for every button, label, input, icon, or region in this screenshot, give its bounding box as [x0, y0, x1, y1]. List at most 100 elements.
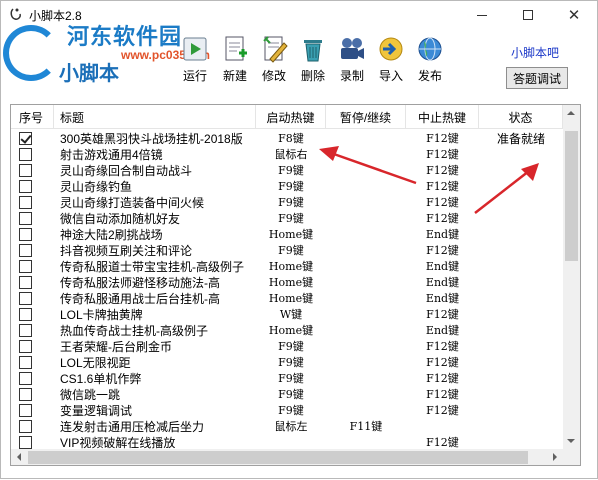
row-checkbox[interactable] [19, 163, 32, 177]
row-pause-hotkey [326, 194, 406, 210]
scroll-right-icon[interactable] [553, 453, 557, 461]
table-row[interactable]: 射击游戏通用4倍镜 鼠标右 F12键 [11, 146, 563, 162]
row-checkbox[interactable] [19, 323, 32, 337]
table-row[interactable]: 传奇私服通用战士后台挂机-高 Home键 End键 [11, 290, 563, 306]
table-row[interactable]: LOL卡牌抽黄牌 W键 F12键 [11, 306, 563, 322]
table-row[interactable]: 抖音视频互刷关注和评论 F9键 F12键 [11, 242, 563, 258]
row-checkbox-cell[interactable] [11, 402, 54, 418]
row-checkbox-cell[interactable] [11, 194, 54, 210]
table-row[interactable]: 灵山奇缘钓鱼 F9键 F12键 [11, 178, 563, 194]
table-row[interactable]: 灵山奇缘回合制自动战斗 F9键 F12键 [11, 162, 563, 178]
row-checkbox[interactable] [19, 403, 32, 417]
row-checkbox-cell[interactable] [11, 258, 54, 274]
horizontal-scrollbar[interactable] [11, 449, 563, 465]
row-checkbox[interactable] [19, 195, 32, 209]
row-checkbox-cell[interactable] [11, 338, 54, 354]
row-checkbox-cell[interactable] [11, 226, 54, 242]
row-start-hotkey: F9键 [278, 388, 304, 401]
scroll-up-icon[interactable] [567, 111, 575, 115]
row-checkbox[interactable] [19, 371, 32, 385]
row-checkbox-cell[interactable] [11, 130, 54, 146]
row-checkbox[interactable] [19, 387, 32, 401]
header-index[interactable]: 序号 [11, 105, 54, 129]
row-checkbox-cell[interactable] [11, 386, 54, 402]
minimize-button[interactable] [459, 1, 505, 29]
run-button[interactable]: 运行 [175, 35, 215, 87]
table-row[interactable]: VIP视频破解在线播放 F12键 [11, 434, 563, 450]
row-stop-hotkey: F12键 [426, 356, 459, 369]
row-checkbox[interactable] [19, 147, 32, 161]
row-checkbox-cell[interactable] [11, 210, 54, 226]
row-stop-hotkey: F12键 [426, 436, 459, 449]
run-icon [183, 37, 207, 61]
table-row[interactable]: 传奇私服法师避怪移动施法-高 Home键 End键 [11, 274, 563, 290]
row-checkbox-cell[interactable] [11, 290, 54, 306]
row-checkbox-cell[interactable] [11, 354, 54, 370]
row-checkbox[interactable] [19, 291, 32, 305]
table-row[interactable]: 300英雄黑羽快斗战场挂机-2018版 F8键 F12键 准备就绪 [11, 130, 563, 146]
row-checkbox[interactable] [19, 339, 32, 353]
table-row[interactable]: LOL无限视距 F9键 F12键 [11, 354, 563, 370]
row-title: 传奇私服法师避怪移动施法-高 [60, 275, 220, 290]
row-checkbox[interactable] [19, 179, 32, 193]
row-checkbox[interactable] [19, 355, 32, 369]
row-title: 连发射击通用压枪减后坐力 [60, 419, 205, 434]
row-status [479, 226, 563, 242]
row-checkbox-cell[interactable] [11, 274, 54, 290]
row-checkbox-cell[interactable] [11, 322, 54, 338]
table-row[interactable]: 微信跳一跳 F9键 F12键 [11, 386, 563, 402]
header-start-hotkey[interactable]: 启动热键 [256, 105, 326, 129]
vertical-scroll-thumb[interactable] [565, 131, 578, 261]
delete-button[interactable]: 删除 [293, 35, 333, 87]
row-status [479, 322, 563, 338]
record-button[interactable]: 录制 [332, 35, 372, 87]
table-row[interactable]: 灵山奇缘打造装备中间火候 F9键 F12键 [11, 194, 563, 210]
row-status [479, 354, 563, 370]
row-checkbox-cell[interactable] [11, 306, 54, 322]
edit-button[interactable]: 修改 [254, 35, 294, 87]
row-checkbox[interactable] [19, 131, 32, 145]
vertical-scrollbar[interactable] [563, 105, 580, 449]
new-button[interactable]: 新建 [215, 35, 255, 87]
header-stop-hotkey[interactable]: 中止热键 [406, 105, 479, 129]
table-row[interactable]: 热血传奇战士挂机-高级例子 Home键 End键 [11, 322, 563, 338]
table-row[interactable]: 微信自动添加随机好友 F9键 F12键 [11, 210, 563, 226]
close-button[interactable]: ✕ [551, 1, 597, 29]
row-checkbox-cell[interactable] [11, 178, 54, 194]
header-title[interactable]: 标题 [54, 105, 256, 129]
import-button[interactable]: 导入 [371, 35, 411, 87]
table-row[interactable]: 连发射击通用压枪减后坐力 鼠标左 F11键 [11, 418, 563, 434]
publish-button[interactable]: 发布 [410, 35, 450, 87]
row-checkbox-cell[interactable] [11, 434, 54, 450]
row-checkbox[interactable] [19, 211, 32, 225]
row-checkbox[interactable] [19, 275, 32, 289]
row-checkbox-cell[interactable] [11, 242, 54, 258]
horizontal-scroll-thumb[interactable] [28, 451, 528, 464]
row-checkbox[interactable] [19, 243, 32, 257]
table-row[interactable]: 神途大陆2刷挑战场 Home键 End键 [11, 226, 563, 242]
answer-debug-button[interactable]: 答题调试 [506, 67, 568, 89]
scroll-left-icon[interactable] [17, 453, 21, 461]
home-link[interactable]: 小脚本吧 [511, 44, 559, 61]
scroll-down-icon[interactable] [567, 439, 575, 443]
table-row[interactable]: 传奇私服道士带宝宝挂机-高级例子 Home键 End键 [11, 258, 563, 274]
row-checkbox-cell[interactable] [11, 162, 54, 178]
table-row[interactable]: 变量逻辑调试 F9键 F12键 [11, 402, 563, 418]
row-checkbox[interactable] [19, 259, 32, 273]
row-checkbox[interactable] [19, 419, 32, 433]
row-checkbox[interactable] [19, 435, 32, 449]
header-status[interactable]: 状态 [479, 105, 563, 129]
table-row[interactable]: CS1.6单机作弊 F9键 F12键 [11, 370, 563, 386]
row-pause-hotkey: F11键 [349, 420, 383, 433]
maximize-button[interactable] [505, 1, 551, 29]
row-checkbox-cell[interactable] [11, 418, 54, 434]
row-checkbox[interactable] [19, 307, 32, 321]
script-list[interactable]: 序号 标题 启动热键 暂停/继续 中止热键 状态 300英雄黑羽快斗战场挂机-2… [10, 104, 581, 466]
row-checkbox[interactable] [19, 227, 32, 241]
row-checkbox-cell[interactable] [11, 370, 54, 386]
row-stop-hotkey: End键 [425, 324, 460, 337]
header-pause-hotkey[interactable]: 暂停/继续 [326, 105, 406, 129]
row-stop-hotkey: F12键 [426, 212, 459, 225]
table-row[interactable]: 王者荣耀-后台刷金币 F9键 F12键 [11, 338, 563, 354]
row-checkbox-cell[interactable] [11, 146, 54, 162]
